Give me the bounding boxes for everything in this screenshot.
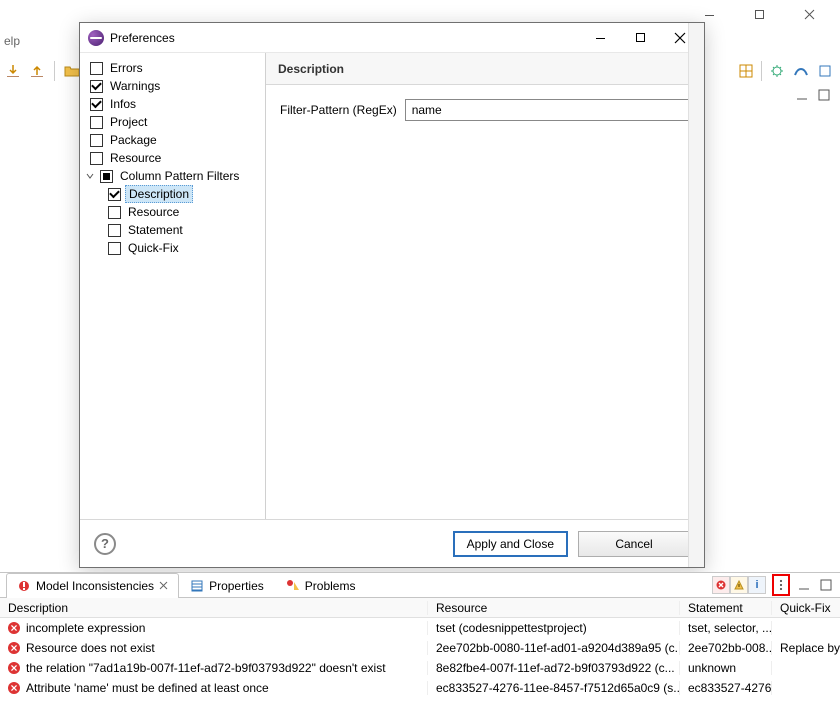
error-icon (8, 622, 20, 634)
maximize-panel-icon[interactable] (818, 578, 834, 592)
tab-problems[interactable]: Problems (275, 573, 367, 597)
inconsistency-icon (17, 579, 31, 593)
java-perspective-icon[interactable] (816, 62, 834, 80)
editor-min-restore (794, 88, 832, 102)
checkbox-icon[interactable] (90, 116, 103, 129)
tree-item-resource[interactable]: Resource (84, 149, 261, 167)
view-tabbar: Model Inconsistencies Properties Problem… (0, 573, 840, 598)
tree-item-description[interactable]: Description (84, 185, 261, 203)
dialog-titlebar[interactable]: Preferences (80, 23, 704, 53)
apply-and-close-button[interactable]: Apply and Close (453, 531, 568, 557)
column-resource[interactable]: Resource (428, 601, 680, 615)
vertical-scrollbar[interactable] (688, 53, 704, 519)
preferences-content: Description Filter-Pattern (RegEx) (266, 53, 704, 519)
error-icon (8, 642, 20, 654)
preferences-tree[interactable]: Errors Warnings Infos Project Package Re… (80, 53, 266, 519)
dialog-title: Preferences (110, 31, 580, 45)
import-icon[interactable] (4, 62, 22, 80)
table-header: Description Resource Statement Quick-Fix (0, 598, 840, 618)
filter-warnings-icon[interactable] (730, 576, 748, 594)
tab-label: Model Inconsistencies (36, 579, 154, 593)
filter-pattern-label: Filter-Pattern (RegEx) (280, 99, 397, 117)
column-description[interactable]: Description (0, 601, 428, 615)
parent-close-button[interactable] (792, 3, 826, 25)
cancel-button[interactable]: Cancel (578, 531, 690, 557)
problems-icon (286, 579, 300, 593)
checkbox-partial-icon[interactable] (100, 170, 113, 183)
minimize-view-icon[interactable] (794, 88, 810, 102)
properties-icon (190, 579, 204, 593)
checkbox-icon[interactable] (108, 206, 121, 219)
views-panel: Model Inconsistencies Properties Problem… (0, 572, 840, 707)
table-row[interactable]: Attribute 'name' must be defined at leas… (0, 678, 840, 698)
table-row[interactable]: incomplete expression tset (codesnippett… (0, 618, 840, 638)
parent-maximize-button[interactable] (742, 3, 776, 25)
filter-pattern-input[interactable] (405, 99, 690, 121)
checkbox-icon[interactable] (90, 80, 103, 93)
dialog-maximize-button[interactable] (620, 24, 660, 52)
tree-item-statement[interactable]: Statement (84, 221, 261, 239)
tree-item-errors[interactable]: Errors (84, 59, 261, 77)
tab-label: Properties (209, 579, 264, 593)
column-quick-fix[interactable]: Quick-Fix (772, 601, 840, 615)
checkbox-icon[interactable] (108, 188, 121, 201)
tree-item-package[interactable]: Package (84, 131, 261, 149)
error-icon (8, 682, 20, 694)
eclipse-icon (88, 30, 104, 46)
checkbox-icon[interactable] (90, 134, 103, 147)
preferences-dialog: Preferences Errors Warnings Infos Projec… (79, 22, 705, 568)
main-toolbar-right (737, 56, 834, 86)
tree-item-infos[interactable]: Infos (84, 95, 261, 113)
checkbox-icon[interactable] (108, 242, 121, 255)
debug-perspective-icon[interactable] (768, 62, 786, 80)
column-statement[interactable]: Statement (680, 601, 772, 615)
checkbox-icon[interactable] (108, 224, 121, 237)
close-tab-icon[interactable] (159, 581, 168, 590)
inconsistencies-table[interactable]: Description Resource Statement Quick-Fix… (0, 598, 840, 698)
content-header: Description (266, 53, 704, 85)
export-icon[interactable] (28, 62, 46, 80)
arc-perspective-icon[interactable] (792, 62, 810, 80)
tab-label: Problems (305, 579, 356, 593)
tree-item-resource-filter[interactable]: Resource (84, 203, 261, 221)
parent-window-controls (692, 0, 840, 28)
chevron-down-icon[interactable] (84, 170, 96, 182)
minimize-panel-icon[interactable] (796, 578, 812, 592)
help-button[interactable]: ? (94, 533, 116, 555)
table-row[interactable]: the relation "7ad1a19b-007f-11ef-ad72-b9… (0, 658, 840, 678)
checkbox-icon[interactable] (90, 98, 103, 111)
tree-item-column-pattern-filters[interactable]: Column Pattern Filters (84, 167, 261, 185)
menubar-fragment: elp (0, 34, 20, 48)
tab-properties[interactable]: Properties (179, 573, 275, 597)
tab-model-inconsistencies[interactable]: Model Inconsistencies (6, 573, 179, 597)
tree-item-quick-fix[interactable]: Quick-Fix (84, 239, 261, 257)
checkbox-icon[interactable] (90, 152, 103, 165)
view-menu-button[interactable] (772, 574, 790, 596)
filter-errors-icon[interactable] (712, 576, 730, 594)
dialog-minimize-button[interactable] (580, 24, 620, 52)
perspective-icon-1[interactable] (737, 62, 755, 80)
maximize-view-icon[interactable] (816, 88, 832, 102)
app-window: elp Preferences Errors (0, 0, 840, 707)
table-row[interactable]: Resource does not exist 2ee702bb-0080-11… (0, 638, 840, 658)
tree-item-project[interactable]: Project (84, 113, 261, 131)
checkbox-icon[interactable] (90, 62, 103, 75)
error-icon (8, 662, 20, 674)
filter-infos-icon[interactable]: i (748, 576, 766, 594)
tree-item-warnings[interactable]: Warnings (84, 77, 261, 95)
